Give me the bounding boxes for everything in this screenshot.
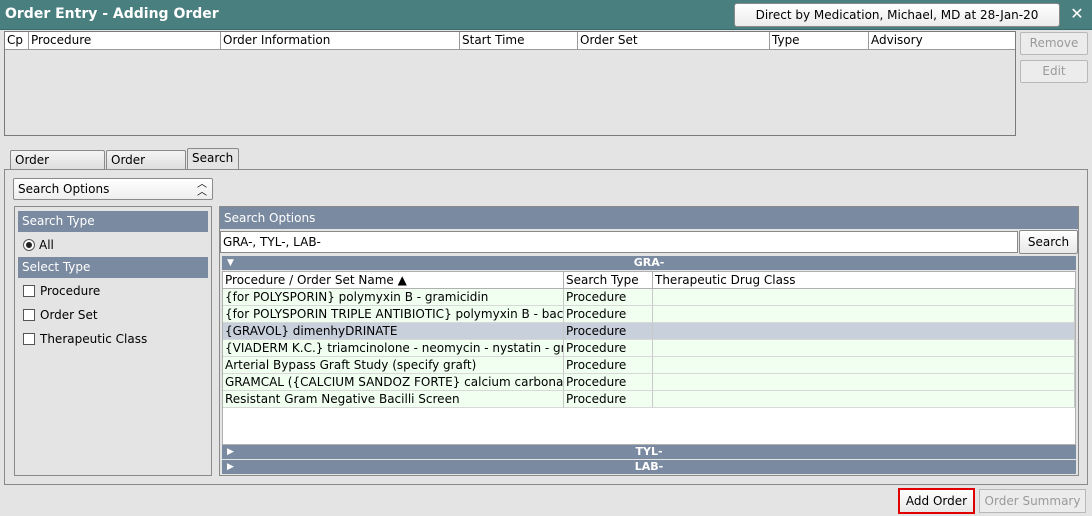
result-search-type: Procedure bbox=[564, 391, 653, 408]
result-search-type: Procedure bbox=[564, 340, 653, 357]
result-name: {VIADERM K.C.} triamcinolone - neomycin … bbox=[223, 340, 564, 357]
result-name: Resistant Gram Negative Bacilli Screen bbox=[223, 391, 564, 408]
search-filter-panel: Search Type All Select Type Procedure Or… bbox=[14, 206, 212, 476]
remove-button[interactable]: Remove bbox=[1020, 32, 1088, 55]
result-drug-class bbox=[653, 306, 1075, 323]
checkbox-icon[interactable] bbox=[23, 333, 35, 345]
group-label: TYL- bbox=[635, 445, 663, 458]
tab-search[interactable]: Search bbox=[187, 148, 239, 171]
result-drug-class bbox=[653, 340, 1075, 357]
orders-table: Cp Procedure Order Information Start Tim… bbox=[4, 31, 1016, 136]
table-row[interactable]: Resistant Gram Negative Bacilli Screen P… bbox=[223, 391, 1075, 408]
select-type-therapeutic-class-checkbox[interactable]: Therapeutic Class bbox=[23, 330, 147, 348]
collapsed-triangle-icon[interactable]: ▶ bbox=[227, 460, 234, 474]
tab-order-history[interactable]: Order History bbox=[106, 150, 186, 186]
window-title: Order Entry - Adding Order bbox=[5, 6, 219, 22]
orders-table-header: Cp Procedure Order Information Start Tim… bbox=[5, 32, 1015, 50]
search-type-all-label: All bbox=[39, 238, 54, 252]
result-drug-class bbox=[653, 374, 1075, 391]
table-row[interactable]: {for POLYSPORIN} polymyxin B - gramicidi… bbox=[223, 289, 1075, 306]
result-name: {GRAVOL} dimenhyDRINATE bbox=[223, 323, 564, 340]
result-name: GRAMCAL ({CALCIUM SANDOZ FORTE} calcium … bbox=[223, 374, 564, 391]
search-options-dropdown-label: Search Options bbox=[18, 182, 110, 196]
search-type-header: Search Type bbox=[18, 211, 208, 232]
result-name: {for POLYSPORIN TRIPLE ANTIBIOTIC} polym… bbox=[223, 306, 564, 323]
collapsed-triangle-icon[interactable]: ▶ bbox=[227, 445, 234, 459]
order-summary-button[interactable]: Order Summary bbox=[979, 489, 1086, 513]
result-name: {for POLYSPORIN} polymyxin B - gramicidi… bbox=[223, 289, 564, 306]
column-header-order-information[interactable]: Order Information bbox=[221, 32, 460, 50]
search-type-all-radio[interactable]: All bbox=[23, 236, 54, 254]
select-type-procedure-checkbox[interactable]: Procedure bbox=[23, 282, 100, 300]
result-search-type: Procedure bbox=[564, 306, 653, 323]
table-row[interactable]: Arterial Bypass Graft Study (specify gra… bbox=[223, 357, 1075, 374]
edit-button[interactable]: Edit bbox=[1020, 60, 1088, 83]
search-options-header: Search Options bbox=[220, 207, 1078, 229]
result-drug-class bbox=[653, 391, 1075, 408]
table-row[interactable]: GRAMCAL ({CALCIUM SANDOZ FORTE} calcium … bbox=[223, 374, 1075, 391]
result-search-type: Procedure bbox=[564, 374, 653, 391]
expanded-triangle-icon[interactable]: ▼ bbox=[227, 256, 234, 270]
select-type-therapeutic-class-label: Therapeutic Class bbox=[40, 332, 148, 346]
results-table: Procedure / Order Set Name ▲ Search Type… bbox=[222, 271, 1076, 445]
table-row[interactable]: {VIADERM K.C.} triamcinolone - neomycin … bbox=[223, 340, 1075, 357]
select-type-order-set-label: Order Set bbox=[40, 308, 98, 322]
result-search-type: Procedure bbox=[564, 323, 653, 340]
column-header-name[interactable]: Procedure / Order Set Name ▲ bbox=[223, 272, 564, 289]
close-icon[interactable]: ✕ bbox=[1068, 4, 1086, 24]
search-options-dropdown[interactable]: Search Options ︿ ︿ bbox=[13, 178, 213, 200]
column-header-procedure[interactable]: Procedure bbox=[29, 32, 221, 50]
select-type-header: Select Type bbox=[18, 257, 208, 278]
search-input[interactable] bbox=[220, 231, 1018, 253]
tab-order-selection[interactable]: Order Selection bbox=[10, 150, 105, 186]
select-type-procedure-label: Procedure bbox=[40, 284, 101, 298]
group-header-tyl[interactable]: ▶ TYL- bbox=[222, 445, 1076, 459]
table-row-selected[interactable]: {GRAVOL} dimenhyDRINATE Procedure bbox=[223, 323, 1075, 340]
result-drug-class bbox=[653, 357, 1075, 374]
result-search-type: Procedure bbox=[564, 357, 653, 374]
session-info-button[interactable]: Direct by Medication, Michael, MD at 28-… bbox=[734, 3, 1060, 44]
column-header-start-time[interactable]: Start Time bbox=[460, 32, 578, 50]
checkbox-icon[interactable] bbox=[23, 285, 35, 297]
radio-selected-icon[interactable] bbox=[23, 239, 35, 251]
result-drug-class bbox=[653, 289, 1075, 306]
result-name: Arterial Bypass Graft Study (specify gra… bbox=[223, 357, 564, 374]
result-drug-class bbox=[653, 323, 1075, 340]
double-chevron-up-icon: ︿ ︿ bbox=[197, 179, 207, 198]
column-header-cp[interactable]: Cp bbox=[5, 32, 29, 50]
column-header-type[interactable]: Type bbox=[770, 32, 869, 50]
group-header-lab[interactable]: ▶ LAB- bbox=[222, 460, 1076, 474]
column-header-advisory[interactable]: Advisory bbox=[869, 32, 1015, 50]
title-bar: Order Entry - Adding Order Direct by Med… bbox=[0, 0, 1092, 44]
group-label: GRA- bbox=[633, 256, 665, 269]
group-header-gra[interactable]: ▼ GRA- bbox=[222, 256, 1076, 270]
table-row[interactable]: {for POLYSPORIN TRIPLE ANTIBIOTIC} polym… bbox=[223, 306, 1075, 323]
add-order-button[interactable]: Add Order bbox=[898, 488, 975, 514]
column-header-therapeutic-drug-class[interactable]: Therapeutic Drug Class bbox=[653, 272, 1075, 289]
search-results-panel: Search Options Search ▼ GRA- Procedure /… bbox=[219, 206, 1079, 476]
select-type-order-set-checkbox[interactable]: Order Set bbox=[23, 306, 98, 324]
result-search-type: Procedure bbox=[564, 289, 653, 306]
group-label: LAB- bbox=[634, 460, 664, 473]
search-button[interactable]: Search bbox=[1019, 230, 1078, 254]
checkbox-icon[interactable] bbox=[23, 309, 35, 321]
column-header-order-set[interactable]: Order Set bbox=[578, 32, 770, 50]
column-header-search-type[interactable]: Search Type bbox=[564, 272, 653, 289]
results-table-header: Procedure / Order Set Name ▲ Search Type… bbox=[223, 272, 1075, 289]
